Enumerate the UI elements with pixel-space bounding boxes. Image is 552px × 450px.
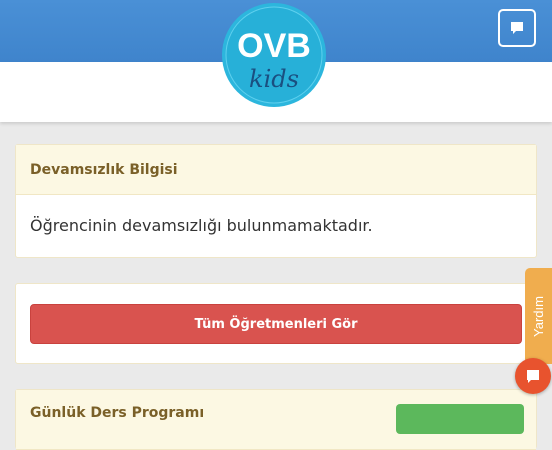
schedule-panel: Günlük Ders Programı [15, 389, 537, 450]
chat-button[interactable] [498, 9, 536, 47]
view-all-teachers-button[interactable]: Tüm Öğretmenleri Gör [30, 304, 522, 344]
ovb-kids-logo[interactable]: OVB kids [221, 2, 327, 108]
attendance-panel: Devamsızlık Bilgisi Öğrencinin devamsızl… [15, 144, 537, 258]
attendance-panel-title: Devamsızlık Bilgisi [16, 145, 536, 195]
chat-bubble-icon [527, 370, 539, 383]
logo-bottom-text: kids [249, 65, 299, 93]
chat-bubble-icon [511, 22, 523, 34]
schedule-action-button[interactable] [396, 404, 524, 434]
help-tab[interactable]: Yardım [525, 268, 552, 364]
logo-top-text: OVB [237, 27, 311, 65]
attendance-message: Öğrencinin devamsızlığı bulunmamaktadır. [30, 215, 373, 235]
teachers-panel: Tüm Öğretmenleri Gör [15, 283, 537, 364]
help-chat-fab[interactable] [515, 358, 551, 394]
help-tab-label: Yardım [531, 295, 546, 337]
